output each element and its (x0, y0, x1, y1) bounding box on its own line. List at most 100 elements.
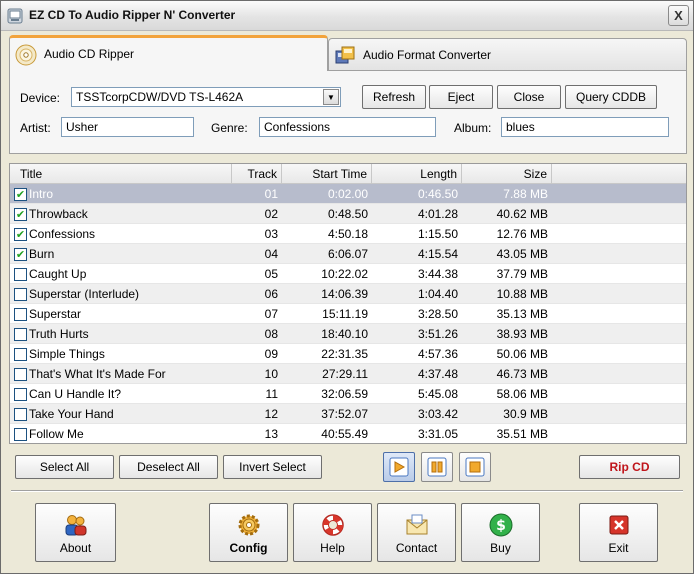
artist-input[interactable]: Usher (61, 117, 194, 137)
contact-button[interactable]: Contact (377, 503, 456, 562)
invert-select-button[interactable]: Invert Select (223, 455, 322, 479)
table-row[interactable]: Follow Me 13 40:55.49 3:31.05 35.51 MB (10, 424, 686, 443)
refresh-button[interactable]: Refresh (362, 85, 426, 109)
play-icon (389, 457, 409, 477)
track-list[interactable]: Title Track Start Time Length Size ✔ Intr… (9, 163, 687, 444)
table-row[interactable]: Can U Handle It? 11 32:06.59 5:45.08 58.06 M… (10, 384, 686, 404)
track-start-time: 4:50.18 (327, 227, 368, 241)
track-start-time: 32:06.59 (321, 387, 368, 401)
track-title: Confessions (29, 227, 96, 241)
track-number: 05 (264, 267, 278, 281)
pause-icon (427, 457, 447, 477)
track-size: 35.51 MB (496, 427, 548, 441)
table-row[interactable]: ✔ Throwback 02 0:48.50 4:01.28 40.62 MB (10, 204, 686, 224)
track-checkbox[interactable]: ✔ (14, 208, 27, 221)
column-length[interactable]: Length (372, 164, 462, 184)
title-bar[interactable]: EZ CD To Audio Ripper N' Converter X (1, 1, 693, 31)
track-checkbox[interactable] (14, 268, 27, 281)
track-checkbox[interactable] (14, 368, 27, 381)
eject-button[interactable]: Eject (429, 85, 493, 109)
table-row[interactable]: ✔ Intro 01 0:02.00 0:46.50 7.88 MB (10, 184, 686, 204)
about-button[interactable]: About (35, 503, 116, 562)
device-select[interactable]: TSSTcorpCDW/DVD TS-L462A ▼ (71, 87, 341, 107)
pause-button[interactable] (421, 452, 453, 482)
table-row[interactable]: ✔ Confessions 03 4:50.18 1:15.50 12.76 MB (10, 224, 686, 244)
chevron-down-icon[interactable]: ▼ (323, 89, 339, 105)
track-size: 38.93 MB (496, 327, 548, 341)
help-button[interactable]: Help (293, 503, 372, 562)
query-cddb-button[interactable]: Query CDDB (565, 85, 657, 109)
track-number: 01 (264, 187, 278, 201)
track-start-time: 0:48.50 (327, 207, 368, 221)
track-checkbox[interactable] (14, 348, 27, 361)
track-title: Throwback (29, 207, 88, 221)
track-checkbox[interactable] (14, 388, 27, 401)
select-all-button[interactable]: Select All (15, 455, 114, 479)
column-size[interactable]: Size (462, 164, 552, 184)
track-length: 5:45.08 (417, 387, 458, 401)
stop-button[interactable] (459, 452, 491, 482)
track-title: Take Your Hand (29, 407, 114, 421)
track-number: 09 (264, 347, 278, 361)
tab-bar: Audio CD Ripper Audio Format Converter (9, 35, 687, 72)
table-row[interactable]: Simple Things 09 22:31.35 4:57.36 50.06 MB (10, 344, 686, 364)
track-size: 40.62 MB (496, 207, 548, 221)
track-checkbox[interactable] (14, 308, 27, 321)
track-title: Superstar (29, 307, 82, 321)
column-track[interactable]: Track (232, 164, 282, 184)
track-start-time: 18:40.10 (321, 327, 368, 341)
track-checkbox[interactable] (14, 328, 27, 341)
window-close-button[interactable]: X (668, 5, 689, 26)
table-row[interactable]: That's What It's Made For 10 27:29.11 4:37.… (10, 364, 686, 384)
genre-input[interactable]: Confessions (259, 117, 436, 137)
buy-button[interactable]: $ Buy (461, 503, 540, 562)
track-title: Truth Hurts (29, 327, 89, 341)
gear-icon (238, 514, 259, 536)
track-checkbox[interactable] (14, 288, 27, 301)
track-size: 58.06 MB (496, 387, 548, 401)
track-checkbox[interactable] (14, 428, 27, 441)
table-row[interactable]: Take Your Hand 12 37:52.07 3:03.42 30.9 MB (10, 404, 686, 424)
about-label: About (59, 541, 92, 555)
tab-audio-cd-ripper[interactable]: Audio CD Ripper (9, 35, 328, 71)
track-checkbox[interactable]: ✔ (14, 188, 27, 201)
lifebuoy-icon (321, 514, 344, 536)
track-length: 4:01.28 (417, 207, 458, 221)
rip-cd-button[interactable]: Rip CD (579, 455, 680, 479)
device-panel: Device: TSSTcorpCDW/DVD TS-L462A ▼ Refre… (9, 70, 687, 154)
tab-audio-format-converter[interactable]: Audio Format Converter (328, 38, 687, 72)
track-length: 0:46.50 (417, 187, 458, 201)
envelope-icon (406, 514, 427, 535)
track-size: 35.13 MB (496, 307, 548, 321)
close-button[interactable]: Close (497, 85, 561, 109)
track-length: 1:04.40 (417, 287, 458, 301)
track-checkbox[interactable]: ✔ (14, 248, 27, 261)
contact-label: Contact (395, 541, 438, 555)
play-button[interactable] (383, 452, 415, 482)
help-label: Help (320, 541, 345, 555)
track-start-time: 27:29.11 (322, 367, 368, 381)
window-title: EZ CD To Audio Ripper N' Converter (29, 8, 236, 22)
table-row[interactable]: Superstar 07 15:11.19 3:28.50 35.13 MB (10, 304, 686, 324)
column-start-time[interactable]: Start Time (282, 164, 372, 184)
table-row[interactable]: Superstar (Interlude) 06 14:06.39 1:04.40 10… (10, 284, 686, 304)
track-title: That's What It's Made For (29, 367, 166, 381)
track-number: 13 (264, 427, 278, 441)
column-title[interactable]: Title (10, 164, 232, 184)
track-number: 02 (264, 207, 278, 221)
track-checkbox[interactable]: ✔ (14, 228, 27, 241)
table-row[interactable]: Truth Hurts 08 18:40.10 3:51.26 38.93 MB (10, 324, 686, 344)
device-value: TSSTcorpCDW/DVD TS-L462A (76, 90, 244, 104)
exit-label: Exit (608, 541, 629, 555)
table-row[interactable]: ✔ Burn 04 6:06.07 4:15.54 43.05 MB (10, 244, 686, 264)
track-size: 37.79 MB (496, 267, 548, 281)
track-title: Follow Me (29, 427, 84, 441)
album-input[interactable]: blues (501, 117, 669, 137)
track-number: 11 (265, 387, 278, 401)
table-row[interactable]: Caught Up 05 10:22.02 3:44.38 37.79 MB (10, 264, 686, 284)
config-button[interactable]: Config (209, 503, 288, 562)
track-checkbox[interactable] (14, 408, 27, 421)
buy-label: Buy (490, 541, 511, 555)
exit-button[interactable]: Exit (579, 503, 658, 562)
deselect-all-button[interactable]: Deselect All (119, 455, 218, 479)
